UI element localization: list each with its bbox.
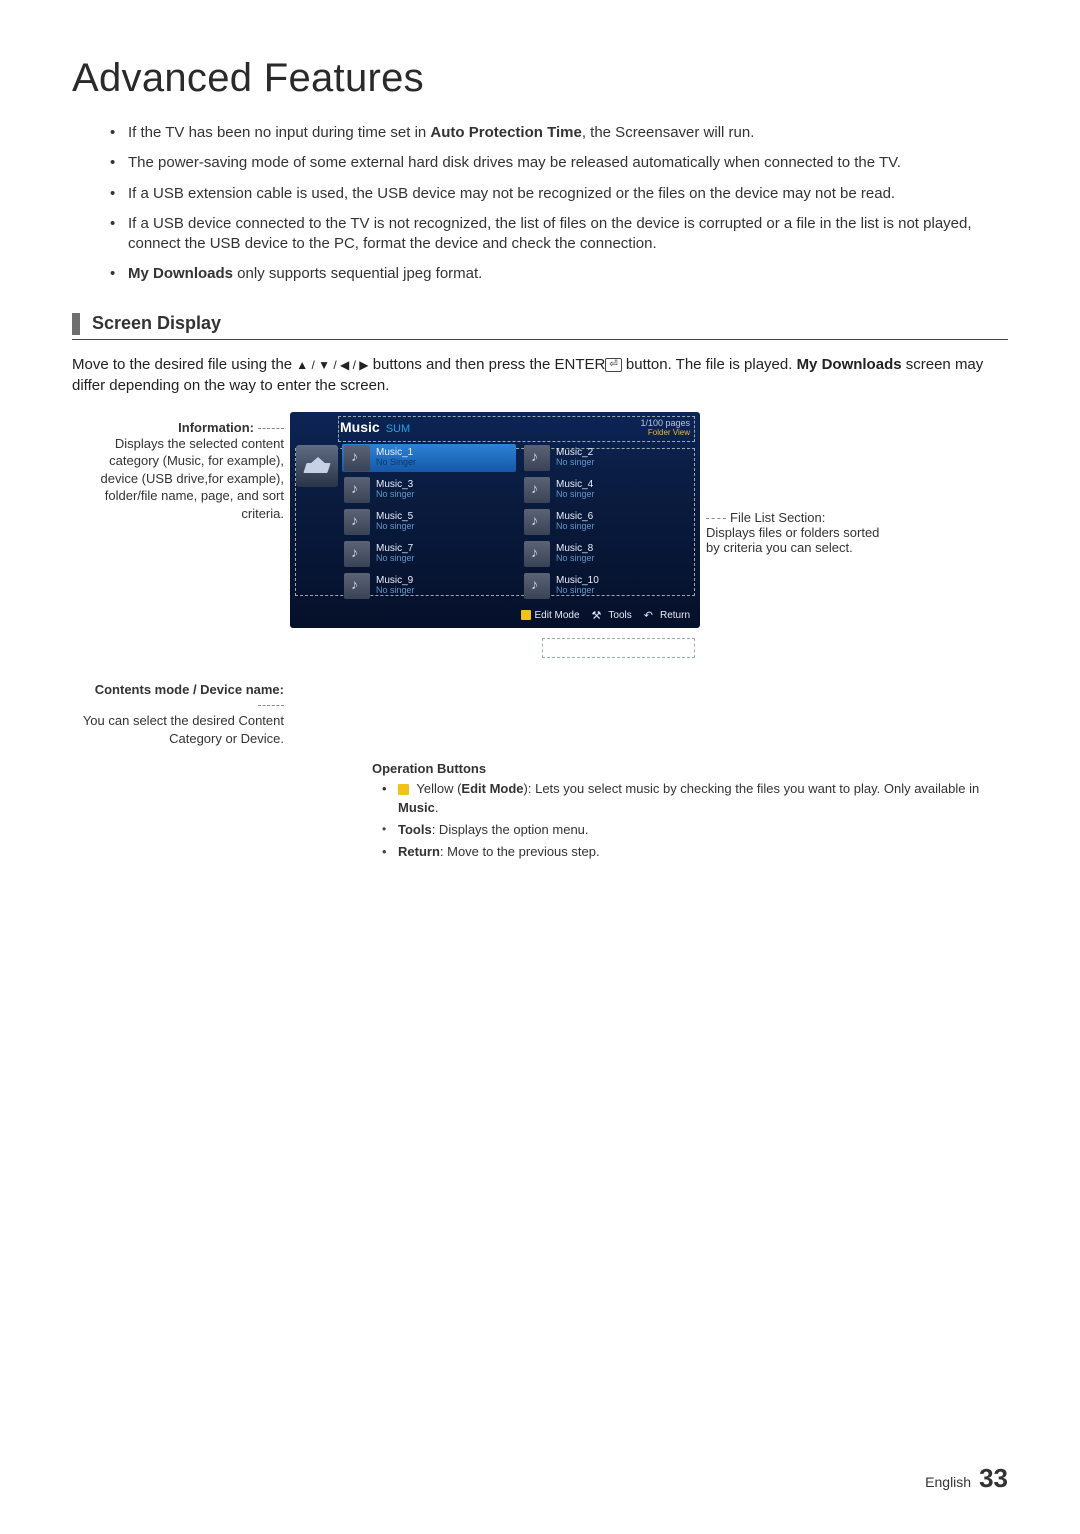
file-item[interactable]: Music_3No singer <box>344 477 514 503</box>
music-note-icon <box>524 445 550 471</box>
note-item: If a USB extension cable is used, the US… <box>110 184 1008 204</box>
file-subtitle: No singer <box>556 490 595 500</box>
intro-paragraph: Move to the desired file using the ▲ / ▼… <box>72 354 1008 396</box>
screen-diagram: Information: Displays the selected conte… <box>72 412 1008 748</box>
file-item[interactable]: Music_6No singer <box>524 509 694 535</box>
operation-buttons-section: Operation Buttons Yellow (Edit Mode): Le… <box>372 761 1008 861</box>
notes-list: If the TV has been no input during time … <box>110 123 1008 285</box>
operation-buttons-heading: Operation Buttons <box>372 761 1008 776</box>
heading-accent <box>72 313 80 335</box>
music-note-icon <box>524 509 550 535</box>
file-item[interactable]: Music_2No singer <box>524 445 694 471</box>
dpad-arrows: ▲ / ▼ / ◀ / ▶ <box>296 359 368 371</box>
music-note-icon <box>524 541 550 567</box>
file-grid: Music_1No Singer Music_2No singer Music_3N… <box>344 445 694 599</box>
op-yellow: Yellow (Edit Mode): Lets you select musi… <box>372 780 1008 816</box>
category-label[interactable]: Music <box>340 419 380 435</box>
mode-label-body: You can select the desired Content Categ… <box>72 712 284 747</box>
callout-box-footer <box>542 638 695 658</box>
mode-label-title: Contents mode / Device name: <box>95 682 284 697</box>
footer-page-number: 33 <box>979 1463 1008 1494</box>
file-subtitle: No singer <box>376 554 415 564</box>
music-note-icon <box>344 541 370 567</box>
file-item[interactable]: Music_10No singer <box>524 573 694 599</box>
edit-mode-button[interactable]: Edit Mode <box>521 610 580 621</box>
tools-button[interactable]: Tools <box>592 609 632 622</box>
tv-footer: Edit Mode Tools Return <box>290 605 700 628</box>
right-callouts: File List Section: Displays files or fol… <box>706 412 896 555</box>
file-subtitle: No singer <box>556 586 599 596</box>
note-item: My Downloads only supports sequential jp… <box>110 264 1008 284</box>
music-note-icon <box>344 477 370 503</box>
file-item[interactable]: Music_7No singer <box>344 541 514 567</box>
tv-screenshot: Music SUM 1/100 pages Folder View Music_… <box>290 412 700 628</box>
yellow-c-icon <box>398 784 409 795</box>
file-subtitle: No singer <box>556 554 595 564</box>
op-tools: Tools: Displays the option menu. <box>372 821 1008 839</box>
information-label-body: Displays the selected content category (… <box>72 435 284 523</box>
page-footer: English 33 <box>925 1463 1008 1494</box>
file-item[interactable]: Music_1No Singer <box>342 444 516 472</box>
music-note-icon <box>344 573 370 599</box>
file-subtitle: No singer <box>376 586 415 596</box>
file-item[interactable]: Music_9No singer <box>344 573 514 599</box>
note-item: The power-saving mode of some external h… <box>110 153 1008 173</box>
music-note-icon <box>344 445 370 471</box>
device-label[interactable]: SUM <box>386 423 410 435</box>
note-item: If the TV has been no input during time … <box>110 123 1008 143</box>
filelist-label-body: Displays files or folders sorted by crit… <box>706 525 896 555</box>
folder-view-label[interactable]: Folder View <box>640 428 690 437</box>
file-subtitle: No singer <box>376 490 415 500</box>
music-note-icon <box>524 573 550 599</box>
left-callouts: Information: Displays the selected conte… <box>72 412 284 748</box>
return-button[interactable]: Return <box>644 609 690 622</box>
music-note-icon <box>524 477 550 503</box>
information-label-title: Information: <box>178 420 254 435</box>
file-item[interactable]: Music_8No singer <box>524 541 694 567</box>
file-subtitle: No Singer <box>376 458 416 468</box>
page-indicator: 1/100 pages <box>640 418 690 428</box>
device-icon[interactable] <box>296 445 338 487</box>
file-item[interactable]: Music_4No singer <box>524 477 694 503</box>
tv-topbar: Music SUM 1/100 pages Folder View <box>290 412 700 441</box>
file-subtitle: No singer <box>556 458 595 468</box>
filelist-label-title: File List Section: <box>730 510 825 525</box>
file-subtitle: No singer <box>556 522 595 532</box>
op-return: Return: Move to the previous step. <box>372 843 1008 861</box>
yellow-c-icon <box>521 610 531 620</box>
page-title: Advanced Features <box>72 56 1008 101</box>
footer-lang: English <box>925 1474 971 1490</box>
file-item[interactable]: Music_5No singer <box>344 509 514 535</box>
note-item: If a USB device connected to the TV is n… <box>110 214 1008 255</box>
section-heading: Screen Display <box>72 313 1008 340</box>
file-subtitle: No singer <box>376 522 415 532</box>
enter-icon: ⏎ <box>605 358 621 372</box>
section-title: Screen Display <box>92 313 221 334</box>
music-note-icon <box>344 509 370 535</box>
